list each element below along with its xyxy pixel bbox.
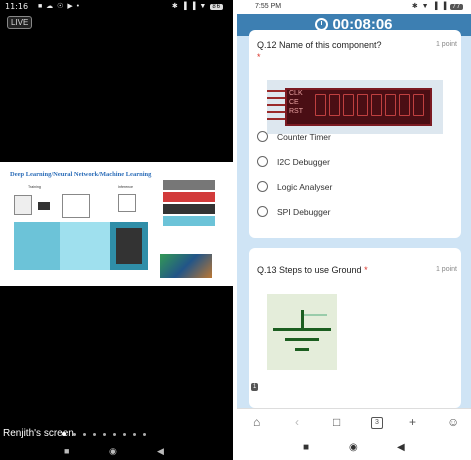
slide-photo-strip xyxy=(160,254,212,278)
question-12-points: 1 point xyxy=(435,41,457,48)
digit-segment xyxy=(357,94,368,116)
slide-label-inference: Inference xyxy=(118,185,133,189)
signal-icons: ✱ ▐ ▐ ▼ xyxy=(171,3,208,10)
component-pin-labels: CLK CE RST xyxy=(289,89,303,116)
slide-title: Deep Learning/Neural Network/Machine Lea… xyxy=(10,171,152,178)
digit-segment xyxy=(399,94,410,116)
slide-label-training: Training xyxy=(28,185,41,189)
system-icons: ✱ ▼ ▐ ▐ 77 xyxy=(412,2,463,10)
ground-stem xyxy=(301,310,304,328)
option-label: SPI Debugger xyxy=(277,207,331,217)
option-i2c-debugger[interactable]: I2C Debugger xyxy=(257,156,330,167)
ground-line xyxy=(295,348,309,351)
tabs-button[interactable]: 3 xyxy=(371,417,383,429)
radio-button[interactable] xyxy=(257,181,268,192)
required-marker: * xyxy=(257,52,261,62)
profile-icon[interactable]: ☺ xyxy=(447,415,459,429)
page-dot[interactable] xyxy=(113,433,116,436)
battery-icon: 77 xyxy=(450,4,463,10)
digit-segment xyxy=(329,94,340,116)
android-nav-bar: ■ ◉ ◀ xyxy=(237,436,471,460)
radio-button[interactable] xyxy=(257,206,268,217)
slide-bar-2 xyxy=(163,192,215,202)
live-badge: LIVE xyxy=(7,16,33,29)
back-button[interactable]: ◀ xyxy=(157,446,164,457)
radio-button[interactable] xyxy=(257,156,268,167)
system-icons: ✱ ▐ ▐ ▼ 86 xyxy=(172,2,223,10)
home-button[interactable]: ◉ xyxy=(349,442,358,453)
ground-line xyxy=(285,338,319,341)
required-marker: * xyxy=(364,265,368,275)
back-arrow-icon[interactable]: ‹ xyxy=(295,415,299,429)
digit-segment xyxy=(371,94,382,116)
option-label: Logic Analyser xyxy=(277,182,333,192)
slide-car xyxy=(118,194,136,212)
status-time: 11:16 xyxy=(5,2,29,11)
home-icon[interactable]: ⌂ xyxy=(253,415,260,429)
screen-owner-label: Renjith's screen xyxy=(3,428,74,439)
ground-symbol-image xyxy=(267,294,337,370)
page-dot[interactable] xyxy=(83,433,86,436)
battery-icon: 86 xyxy=(210,4,223,10)
android-nav-bar: ■ ◉ ◀ xyxy=(0,442,233,460)
component-pins xyxy=(267,90,287,125)
page-dot[interactable] xyxy=(143,433,146,436)
slide-bar-1 xyxy=(163,180,215,190)
option-counter-timer[interactable]: Counter Timer xyxy=(257,131,331,142)
question-13-points: 1 point xyxy=(435,266,457,273)
slide-bar-3 xyxy=(163,204,215,214)
radio-button[interactable] xyxy=(257,131,268,142)
status-time: 7:55 PM xyxy=(255,3,282,10)
pin-label-rst: RST xyxy=(289,108,303,115)
page-dot[interactable] xyxy=(133,433,136,436)
slide-monitor xyxy=(38,202,50,210)
page-dot[interactable] xyxy=(93,433,96,436)
option-label: I2C Debugger xyxy=(277,157,330,167)
digit-segment xyxy=(343,94,354,116)
slide-image-stack xyxy=(14,195,32,215)
recents-button[interactable]: ■ xyxy=(303,442,309,453)
add-icon[interactable]: + xyxy=(409,415,416,429)
slide-device xyxy=(116,228,142,264)
ground-line xyxy=(273,328,331,331)
slide-panel-network xyxy=(60,222,110,270)
option-logic-analyser[interactable]: Logic Analyser xyxy=(257,181,332,192)
component-image: CLK CE RST xyxy=(267,80,443,134)
reader-icon[interactable]: □ xyxy=(333,415,340,429)
option-label: Counter Timer xyxy=(277,132,331,142)
page-badge: 1 xyxy=(251,383,259,391)
notification-icons: ■ ☁ ☉ ▶ • xyxy=(38,3,81,10)
digit-segment xyxy=(385,94,396,116)
signal-icons: ✱ ▼ ▐ ▐ xyxy=(411,3,448,10)
question-13-title: Q.13 Steps to use Ground * xyxy=(257,265,368,275)
digit-segment xyxy=(413,94,424,116)
shared-slide[interactable]: Deep Learning/Neural Network/Machine Lea… xyxy=(0,162,233,286)
left-phone-screen: 11:16 ■ ☁ ☉ ▶ • ✱ ▐ ▐ ▼ 86 LIVE Deep Lea… xyxy=(0,0,233,460)
status-bar: 11:16 ■ ☁ ☉ ▶ • ✱ ▐ ▐ ▼ 86 xyxy=(0,0,233,14)
slide-neural-net xyxy=(62,194,90,218)
slide-bar-4 xyxy=(163,216,215,226)
status-bar: 7:55 PM ✱ ▼ ▐ ▐ 77 xyxy=(237,0,471,14)
slide-panel-training xyxy=(14,222,60,270)
question-12-title: Q.12 Name of this component? xyxy=(257,40,382,50)
page-dot[interactable] xyxy=(103,433,106,436)
pin-label-clk: CLK xyxy=(289,90,303,97)
pin-label-ce: CE xyxy=(289,99,299,106)
back-button[interactable]: ◀ xyxy=(397,442,405,453)
browser-toolbar: ⌂ ‹ □ 3 + ☺ xyxy=(237,408,471,436)
right-phone-screen: 7:55 PM ✱ ▼ ▐ ▐ 77 00:08:06 Q.12 Name of… xyxy=(237,0,471,460)
page-dot[interactable] xyxy=(123,433,126,436)
question-13-text: Q.13 Steps to use Ground xyxy=(257,265,362,275)
home-button[interactable]: ◉ xyxy=(109,446,117,457)
page-dots[interactable] xyxy=(62,423,153,441)
option-spi-debugger[interactable]: SPI Debugger xyxy=(257,206,330,217)
digit-segment xyxy=(315,94,326,116)
recents-button[interactable]: ■ xyxy=(64,446,69,456)
